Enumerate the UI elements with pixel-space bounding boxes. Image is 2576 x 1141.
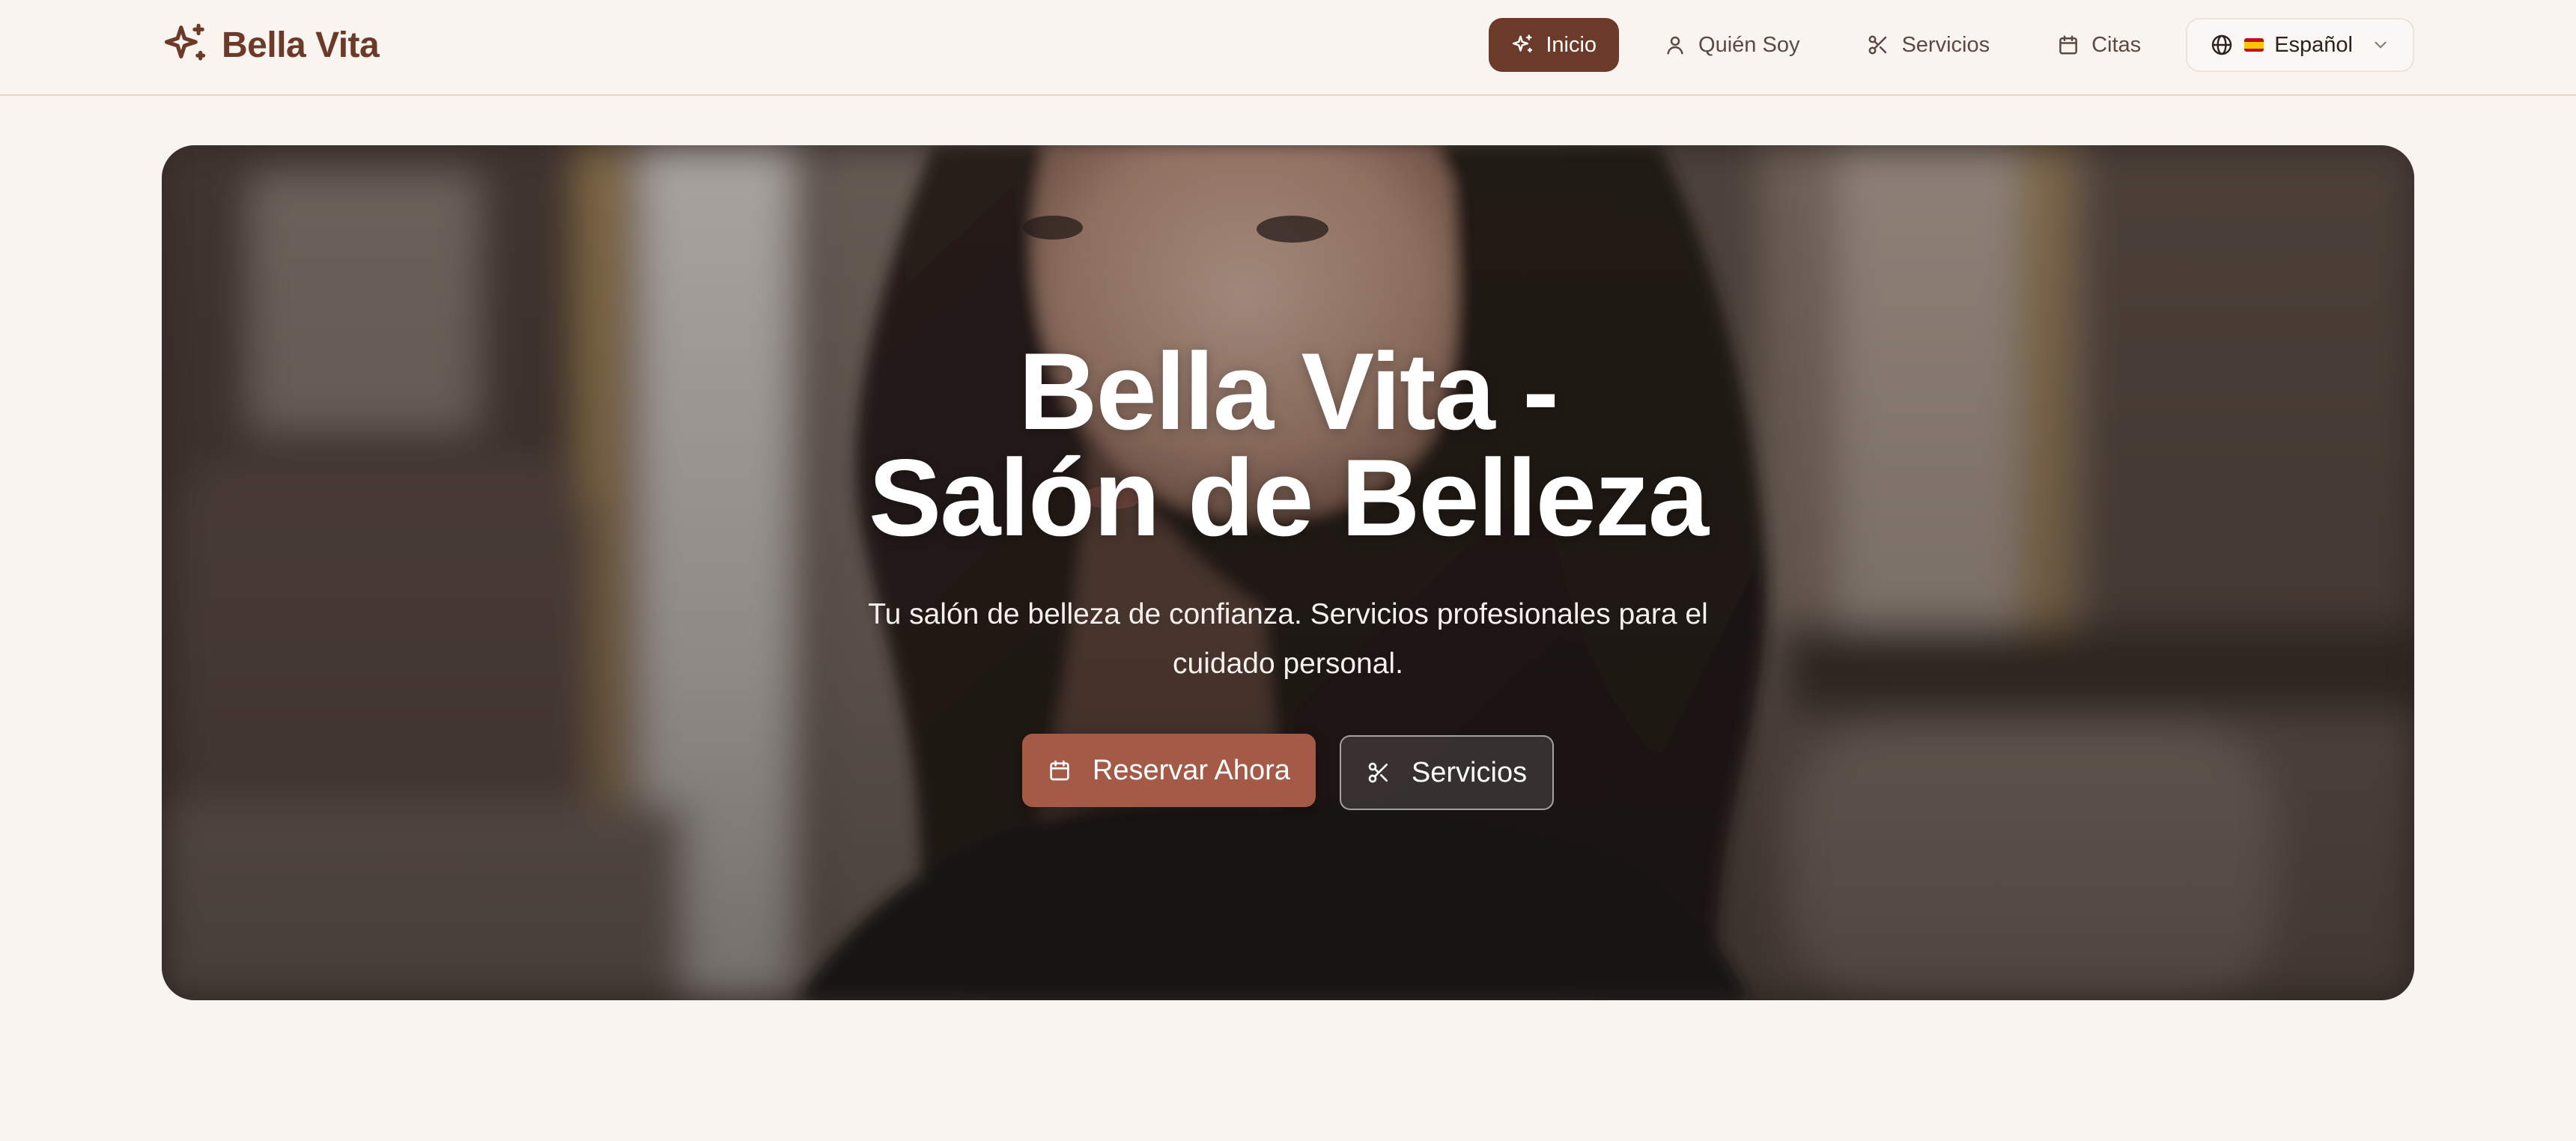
es-flag-icon bbox=[2244, 38, 2264, 52]
nav-item-label: Servicios bbox=[1901, 32, 1990, 57]
calendar-icon bbox=[2059, 35, 2077, 55]
hero-subtitle: Tu salón de belleza de confianza. Servic… bbox=[868, 598, 1708, 680]
nav-item-inicio[interactable]: Inicio bbox=[1489, 18, 1620, 72]
scissors-icon bbox=[1868, 35, 1887, 55]
brand-name: Bella Vita bbox=[222, 25, 380, 65]
hero-content: Bella Vita - Salón de Belleza Tu salón d… bbox=[162, 145, 2414, 1000]
top-navbar: Bella Vita Inicio Quién Soy Servicios Ci… bbox=[0, 0, 2576, 96]
book-now-button[interactable]: Reservar Ahora bbox=[1021, 734, 1316, 807]
calendar-icon bbox=[1050, 760, 1069, 781]
chevron-down-icon bbox=[2375, 41, 2387, 49]
hero-actions: Reservar Ahora Servicios bbox=[162, 734, 2414, 810]
nav-item-label: Citas bbox=[2092, 32, 2142, 57]
scissors-icon bbox=[1368, 762, 1388, 783]
globe-icon bbox=[2211, 34, 2232, 55]
hero-title-line-1: Bella Vita - bbox=[1018, 330, 1559, 452]
nav-item-servicios[interactable]: Servicios bbox=[1844, 18, 2012, 72]
user-icon bbox=[1667, 36, 1683, 55]
nav-item-label: Inicio bbox=[1546, 32, 1597, 57]
sparkles-icon bbox=[164, 23, 206, 61]
sparkles-icon bbox=[1513, 34, 1533, 52]
nav-item-label: Quién Soy bbox=[1698, 32, 1800, 57]
language-label: Español bbox=[2274, 32, 2353, 57]
nav-item-quien-soy[interactable]: Quién Soy bbox=[1641, 18, 1822, 72]
hero-section: Bella Vita - Salón de Belleza Tu salón d… bbox=[162, 145, 2414, 1000]
hero-title: Bella Vita - Salón de Belleza bbox=[162, 330, 2414, 559]
language-select[interactable]: Español bbox=[2186, 18, 2414, 72]
book-now-label: Reservar Ahora bbox=[1092, 754, 1290, 786]
nav-item-citas[interactable]: Citas bbox=[2035, 18, 2163, 72]
services-button[interactable]: Servicios bbox=[1339, 735, 1555, 810]
services-label: Servicios bbox=[1411, 756, 1528, 788]
main-nav: Inicio Quién Soy Servicios Citas Español bbox=[1489, 18, 2414, 72]
brand-logo-link[interactable]: Bella Vita bbox=[162, 19, 380, 70]
hero-title-line-2: Salón de Belleza bbox=[868, 436, 1709, 559]
